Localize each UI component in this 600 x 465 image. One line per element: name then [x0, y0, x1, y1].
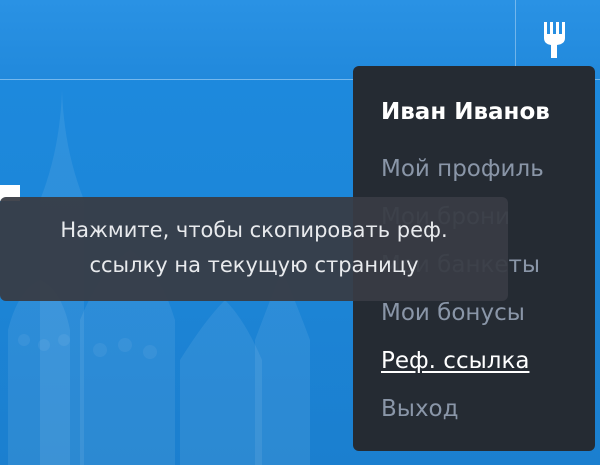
- fork-icon[interactable]: [542, 22, 566, 58]
- menu-item-referral-link[interactable]: Реф. ссылка: [381, 337, 595, 385]
- menu-item-logout[interactable]: Выход: [381, 385, 595, 433]
- user-name: Иван Иванов: [381, 99, 550, 125]
- tooltip-line-1: Нажмите, чтобы скопировать реф.: [60, 218, 448, 242]
- menu-item-profile[interactable]: Мой профиль: [381, 145, 595, 193]
- tooltip-line-2: ссылку на текущую страницу: [89, 253, 419, 277]
- referral-tooltip: Нажмите, чтобы скопировать реф. ссылку н…: [0, 197, 508, 301]
